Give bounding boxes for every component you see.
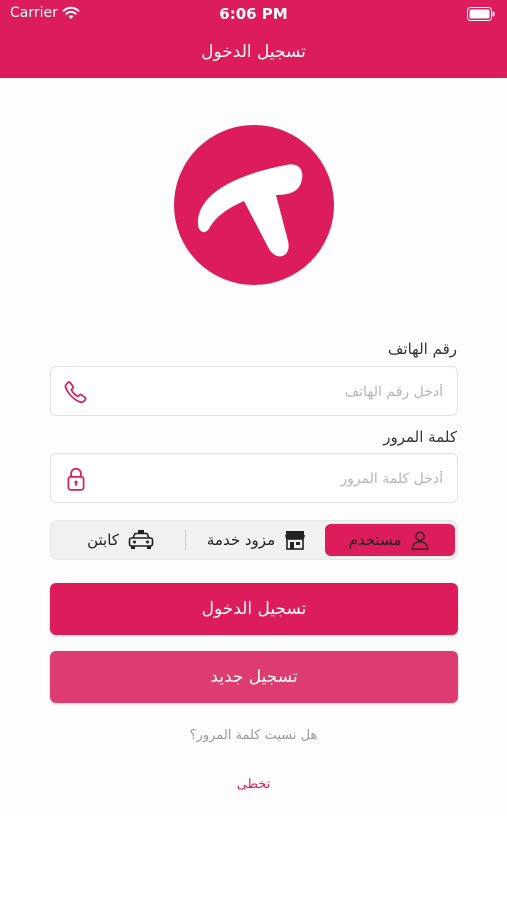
user-type-selector: مستخدم مزود خدمة كابتن	[50, 520, 458, 560]
t-letter-logo	[174, 125, 334, 285]
user-type-captain-label: كابتن	[87, 531, 119, 549]
skip-link[interactable]: تخطى	[0, 777, 507, 792]
status-time: 6:06 PM	[219, 5, 288, 23]
forgot-password-link[interactable]: هل نسيت كلمة المرور؟	[0, 728, 507, 743]
phone-label: رقم الهاتف	[387, 340, 457, 358]
header: Carrier 6:06 PM تسجيل الدخول	[0, 0, 507, 78]
password-field	[50, 453, 458, 504]
user-type-user[interactable]: مستخدم	[325, 524, 455, 556]
user-type-captain[interactable]: كابتن	[57, 524, 185, 556]
store-icon	[283, 529, 307, 551]
phone-input[interactable]	[101, 367, 445, 417]
password-input[interactable]	[101, 454, 445, 504]
lock-icon	[63, 466, 89, 492]
user-type-provider[interactable]: مزود خدمة	[191, 524, 323, 556]
person-icon	[409, 529, 431, 551]
login-button[interactable]: تسجيل الدخول	[50, 583, 458, 635]
password-label: كلمة المرور	[383, 428, 457, 446]
phone-field	[50, 366, 458, 417]
user-type-provider-label: مزود خدمة	[206, 531, 276, 549]
segment-divider	[185, 530, 186, 550]
taxi-icon	[127, 529, 155, 551]
user-type-user-label: مستخدم	[348, 531, 402, 549]
battery-icon	[467, 6, 495, 25]
status-bar: Carrier 6:06 PM	[0, 0, 507, 28]
login-screen: رقم الهاتف كلمة المرور مستخدم	[0, 78, 507, 814]
register-button[interactable]: تسجيل جديد	[50, 651, 458, 703]
page-title: تسجيل الدخول	[201, 42, 306, 62]
phone-icon	[63, 379, 89, 405]
